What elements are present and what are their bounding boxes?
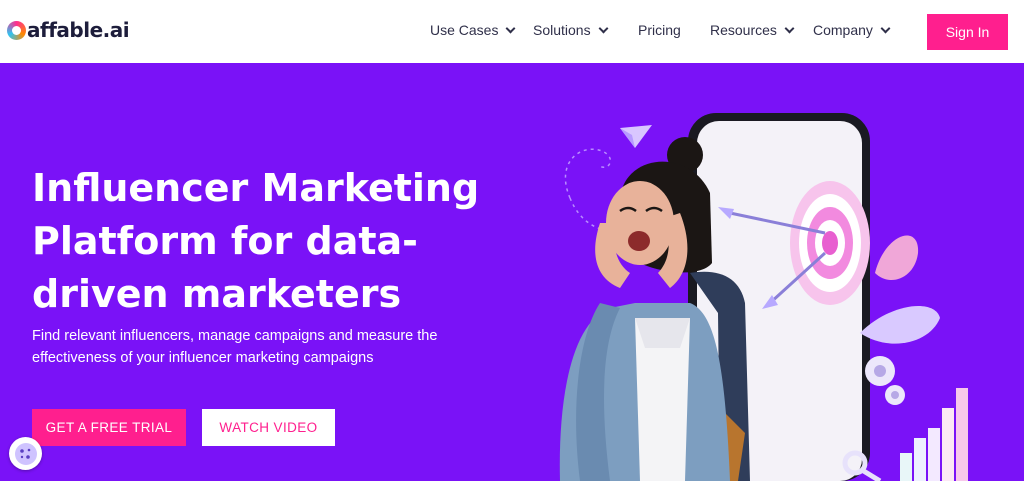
chevron-down-icon: [784, 23, 795, 33]
nav-resources[interactable]: Resources: [710, 22, 795, 38]
cookie-settings-button[interactable]: [9, 437, 42, 470]
nav-pricing-label: Pricing: [638, 22, 681, 38]
brand-logo[interactable]: affable.ai: [7, 18, 130, 42]
site-header: affable.ai Use Cases Solutions Pricing R…: [0, 0, 1024, 63]
hero-subtitle: Find relevant influencers, manage campai…: [32, 328, 438, 366]
hero-section: Influencer Marketing Platform for data-d…: [0, 63, 1024, 481]
sign-in-button[interactable]: Sign In: [927, 14, 1008, 50]
chevron-down-icon: [880, 23, 891, 33]
logo-icon: [7, 20, 26, 40]
hero-title: Influencer Marketing Platform for data-d…: [32, 166, 480, 316]
nav-use-cases[interactable]: Use Cases: [430, 22, 516, 38]
brand-name: affable.ai: [27, 18, 130, 42]
nav-solutions[interactable]: Solutions: [533, 22, 609, 38]
nav-company-label: Company: [813, 22, 873, 38]
chevron-down-icon: [598, 23, 609, 33]
nav-solutions-label: Solutions: [533, 22, 591, 38]
nav-company[interactable]: Company: [813, 22, 891, 38]
nav-use-cases-label: Use Cases: [430, 22, 499, 38]
hero-illustration: [559, 113, 968, 481]
watch-video-button[interactable]: WATCH VIDEO: [202, 409, 335, 446]
cookie-icon: [14, 442, 37, 465]
nav-resources-label: Resources: [710, 22, 777, 38]
chevron-down-icon: [506, 23, 516, 33]
free-trial-button[interactable]: GET A FREE TRIAL: [32, 409, 186, 446]
nav-pricing[interactable]: Pricing: [638, 22, 681, 38]
